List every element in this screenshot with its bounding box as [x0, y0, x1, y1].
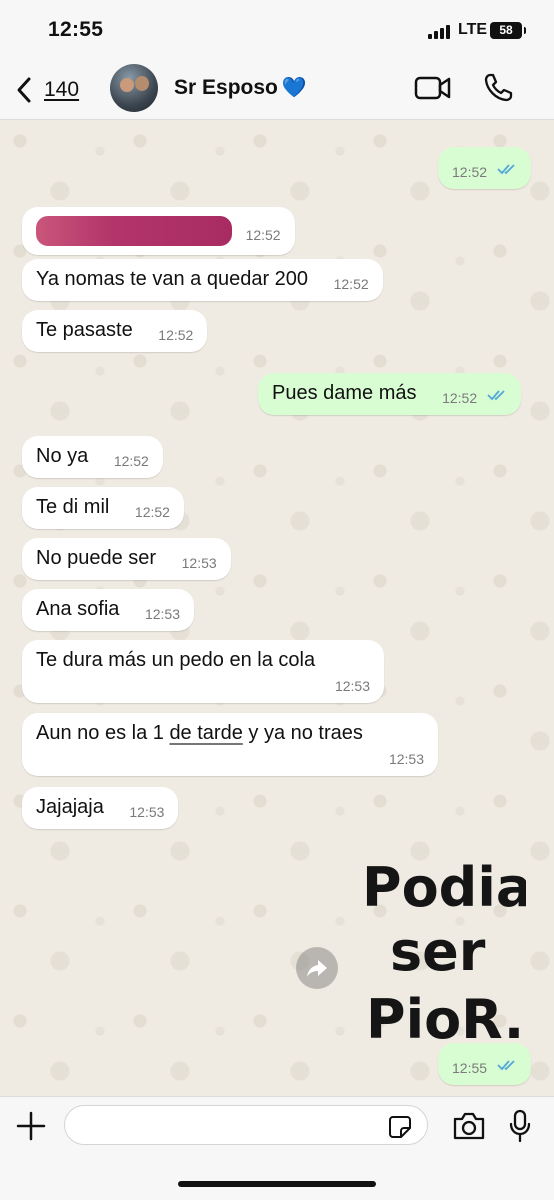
read-ticks-icon [496, 164, 515, 175]
contact-name: Sr Esposo [174, 76, 278, 99]
chevron-left-icon [17, 77, 31, 103]
message-text: Aun no es la 1 de tarde y ya no traes [36, 722, 363, 744]
status-time: 12:55 [48, 18, 104, 41]
message-time: 12:52 [113, 453, 149, 469]
incoming-message[interactable]: Aun no es la 1 de tarde y ya no traes 12… [22, 713, 438, 776]
read-ticks-icon [487, 390, 505, 401]
redacted-text [36, 216, 232, 246]
message-time: 12:53 [181, 555, 217, 571]
message-time: 12:52 [452, 164, 488, 180]
outgoing-message-time[interactable]: 12:55 [438, 1043, 531, 1085]
incoming-message[interactable]: No puede ser 12:53 [22, 538, 231, 580]
message-text: Ana sofia [36, 598, 120, 620]
message-time: 12:52 [245, 227, 281, 244]
message-time: 12:55 [452, 1060, 488, 1076]
incoming-message[interactable]: Ya nomas te van a quedar 200 12:52 [22, 259, 383, 301]
phone-icon[interactable] [482, 72, 514, 104]
read-ticks-icon [496, 1060, 515, 1071]
incoming-message[interactable]: Ana sofia 12:53 [22, 589, 194, 631]
status-bar: 12:55 LTE 58 [0, 0, 554, 60]
avatar[interactable] [110, 64, 158, 112]
video-call-icon[interactable] [414, 74, 452, 102]
message-text: No puede ser [36, 547, 157, 569]
message-time: 12:52 [134, 504, 170, 520]
incoming-message[interactable]: Te di mil 12:52 [22, 487, 184, 529]
home-indicator [178, 1181, 376, 1187]
message-time: 12:52 [158, 327, 194, 343]
outgoing-message[interactable]: Pues dame más 12:52 [258, 373, 521, 415]
date-link[interactable]: de tarde [169, 722, 242, 744]
chat-header: 140 Sr Esposo 💙 [0, 60, 554, 120]
message-time: 12:52 [442, 390, 478, 406]
message-time: 12:53 [388, 751, 424, 767]
heart-emoji: 💙 [281, 77, 307, 99]
signal-icon [428, 25, 452, 39]
input-bar [0, 1096, 554, 1200]
camera-icon[interactable] [452, 1111, 486, 1141]
svg-text:PioR.: PioR. [366, 988, 524, 1050]
message-time: 12:53 [144, 606, 180, 622]
message-text: Pues dame más [272, 382, 417, 404]
message-text: No ya [36, 445, 89, 467]
microphone-icon[interactable] [508, 1109, 532, 1143]
sticker-icon[interactable] [388, 1115, 412, 1139]
message-time: 12:53 [334, 678, 370, 694]
incoming-message[interactable]: No ya 12:52 [22, 436, 163, 478]
battery-icon: 58 [490, 22, 526, 39]
chat-area[interactable]: 12:52 12:52 Ya nomas te van a quedar 200… [0, 121, 554, 1096]
message-input[interactable] [64, 1105, 428, 1145]
forward-icon [307, 960, 327, 977]
message-time: 12:52 [333, 276, 369, 292]
message-text: Te pasaste [36, 319, 133, 341]
message-time: 12:53 [129, 804, 165, 820]
incoming-message[interactable]: Te pasaste 12:52 [22, 310, 208, 352]
message-text: Ya nomas te van a quedar 200 [36, 268, 309, 290]
unread-count: 140 [44, 78, 80, 101]
message-text: Jajajaja [36, 796, 104, 818]
contact-name-button[interactable]: Sr Esposo 💙 [174, 75, 307, 100]
network-label: LTE [458, 21, 488, 38]
incoming-message[interactable]: Jajajaja 12:53 [22, 787, 179, 829]
plus-icon[interactable] [16, 1111, 46, 1141]
message-text: Te dura más un pedo en la cola [36, 649, 316, 671]
incoming-message[interactable]: Te dura más un pedo en la cola 12:53 [22, 640, 384, 703]
sticker-image[interactable]: Podia ser PioR. [356, 850, 526, 1050]
back-button[interactable]: 140 [14, 74, 94, 106]
outgoing-message[interactable]: 12:52 [438, 147, 531, 189]
svg-text:ser: ser [390, 920, 486, 983]
sticker-text: Podia [362, 856, 526, 919]
forward-button[interactable] [296, 947, 338, 989]
message-text: Te di mil [36, 496, 110, 518]
incoming-message-redacted[interactable]: 12:52 [22, 207, 295, 255]
